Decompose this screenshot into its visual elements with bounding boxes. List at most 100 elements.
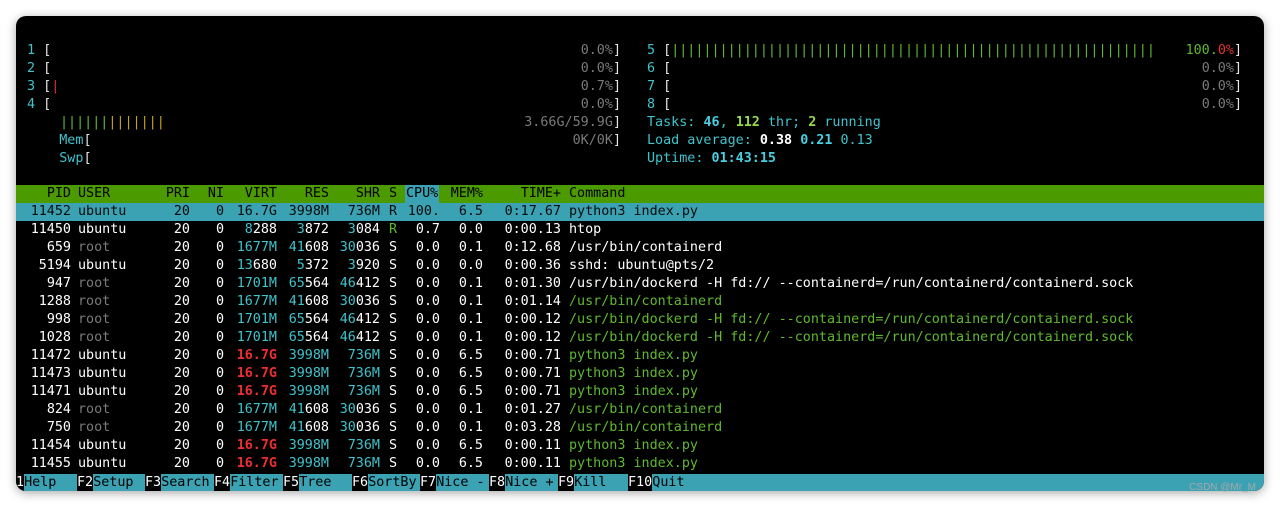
cpu-open-bracket: [ xyxy=(655,61,672,76)
cpu-id: 6 xyxy=(647,61,656,76)
cpu-value-row: 0.0%] xyxy=(316,42,621,60)
process-row[interactable]: 1028 root 20 0 1701M 65564 46412 S 0.0 0.1 0:00.12… xyxy=(16,329,1264,347)
uptime-line: Uptime: 01:43:15 xyxy=(647,150,776,168)
cell-pid: 998 xyxy=(46,312,71,327)
process-row[interactable]: 998 root 20 0 1701M 65564 46412 S 0.0 0.1 0:00.12/… xyxy=(16,311,1264,329)
fkey-label-kill[interactable]: Kill xyxy=(574,474,606,491)
cpu-percent: 100.0% xyxy=(1185,43,1234,58)
cell-time: 0:00.12 xyxy=(504,312,561,327)
cpu-open-bracket: [ xyxy=(35,97,52,112)
uptime-label: Uptime: xyxy=(647,151,704,166)
fkey-f6[interactable]: F6 xyxy=(352,474,369,491)
cpu-value-row: 0.0%] xyxy=(916,60,1242,78)
cell-time: 0:03.28 xyxy=(504,420,561,435)
cpu-value-row: 0.7%] xyxy=(316,78,621,96)
fkey-1[interactable]: 1 xyxy=(16,474,25,491)
process-row[interactable]: 659 root 20 0 1677M 41608 30036 S 0.0 0.1 0:12.68/… xyxy=(16,239,1264,257)
fkey-label-nice[interactable]: Nice - xyxy=(436,474,484,491)
fkey-f7[interactable]: F7 xyxy=(420,474,437,491)
cpu-close-bracket: ] xyxy=(1233,61,1242,76)
cpu-id: 3 xyxy=(27,79,36,94)
cell-time: 0:00.71 xyxy=(504,348,561,363)
fkey-label-quit[interactable]: Quit xyxy=(652,474,684,491)
process-row[interactable]: 11472 ubuntu 20 0 16.7G 3998M 736M S 0.0 6.5 0:00.… xyxy=(16,347,1264,365)
column-header-command[interactable]: Command xyxy=(569,185,625,203)
cpu-open-bracket: [ xyxy=(655,79,672,94)
cpu-id: 2 xyxy=(27,61,36,76)
cpu-meter: 3 [| xyxy=(27,78,59,96)
cpu-close-bracket: ] xyxy=(612,61,621,76)
uptime-value: 01:43:15 xyxy=(711,151,777,166)
cpu-close-bracket: ] xyxy=(612,79,621,94)
tasks-running-label: running xyxy=(824,115,881,130)
cell-time: 0:01.14 xyxy=(504,294,561,309)
cpu-meter: 2 [ xyxy=(27,60,51,78)
cell-cmd: htop xyxy=(569,222,602,237)
cell-time: 0:01.30 xyxy=(504,276,561,291)
cpu-open-bracket: [ xyxy=(35,43,52,58)
cell-cmd: /usr/bin/dockerd -H fd:// --containerd=/… xyxy=(569,330,1134,345)
process-row[interactable]: 750 root 20 0 1677M 41608 30036 S 0.0 0.1 0:03.28/… xyxy=(16,419,1264,437)
fkey-label-filter[interactable]: Filter xyxy=(230,474,278,491)
cell-cmd: /usr/bin/containerd xyxy=(569,240,723,255)
cell-time: 0:00.12 xyxy=(504,330,561,345)
cell-pid: 824 xyxy=(46,402,71,417)
process-row[interactable]: 11454 ubuntu 20 0 16.7G 3998M 736M S 0.0 6.5 0:00.… xyxy=(16,437,1264,455)
cell-pid: 11452 xyxy=(30,204,71,219)
cell-cmd: /usr/bin/containerd xyxy=(569,420,723,435)
fkey-f3[interactable]: F3 xyxy=(145,474,162,491)
cpu-close-bracket: ] xyxy=(1233,97,1242,112)
cell-cmd: /usr/bin/dockerd -H fd:// --containerd=/… xyxy=(569,312,1134,327)
cell-pid: 1288 xyxy=(38,294,71,309)
cpu-id: 4 xyxy=(27,97,36,112)
column-header-pid[interactable]: PID xyxy=(16,185,71,203)
cpu-open-bracket: [ xyxy=(35,61,52,76)
fkey-label-sortby[interactable]: SortBy xyxy=(368,474,416,491)
cell-cmd: python3 index.py xyxy=(569,456,698,471)
cpu-percent: 0.0% xyxy=(1201,61,1234,76)
fkey-label-help[interactable]: Help xyxy=(24,474,56,491)
cell-cmd: sshd: ubuntu@pts/2 xyxy=(569,258,715,273)
tasks-threads: 112 xyxy=(735,115,760,130)
process-row[interactable]: 11455 ubuntu 20 0 16.7G 3998M 736M S 0.0 6.5 0:00.… xyxy=(16,455,1264,473)
process-row[interactable]: 11452 ubuntu 20 0 16.7G 3998M 736M R 100. 6.5 0:17… xyxy=(16,203,1264,221)
cpu-percent: 0.7% xyxy=(580,79,613,94)
process-row[interactable]: 824 root 20 0 1677M 41608 30036 S 0.0 0.1 0:01.27/… xyxy=(16,401,1264,419)
process-row[interactable]: 11471 ubuntu 20 0 16.7G 3998M 736M S 0.0 6.5 0:00.… xyxy=(16,383,1264,401)
column-header-time[interactable]: TIME+ xyxy=(441,185,561,203)
process-row[interactable]: 11473 ubuntu 20 0 16.7G 3998M 736M S 0.0 6.5 0:00.… xyxy=(16,365,1264,383)
column-header-shr[interactable]: SHR xyxy=(260,185,380,203)
fkey-f4[interactable]: F4 xyxy=(214,474,231,491)
process-row[interactable]: 5194 ubuntu 20 0 13680 5372 3920 S 0.0 0.0 0:00.36… xyxy=(16,257,1264,275)
cpu-close-bracket: ] xyxy=(1233,79,1242,94)
cpu-value-row: 0.0%] xyxy=(916,96,1242,114)
cpu-meter: 6 [ xyxy=(647,60,671,78)
cpu-percent: 0.0% xyxy=(580,43,613,58)
function-key-bar: 1 Help F2 Setup F3 Search F4 Filter F5 Tree F6 Sort… xyxy=(16,474,1264,491)
load-15: 0.13 xyxy=(840,133,873,148)
fkey-f8[interactable]: F8 xyxy=(489,474,506,491)
fkey-f9[interactable]: F9 xyxy=(558,474,575,491)
fkey-f10[interactable]: F10 xyxy=(628,474,653,491)
load-5: 0.21 xyxy=(800,133,833,148)
cpu-meter: 7 [ xyxy=(647,78,671,96)
fkey-f5[interactable]: F5 xyxy=(283,474,300,491)
process-row[interactable]: 11450 ubuntu 20 0 8288 3872 3084 R 0.7 0.0 0:00.13… xyxy=(16,221,1264,239)
fkey-label-tree[interactable]: Tree xyxy=(299,474,331,491)
cpu-close-bracket: ] xyxy=(612,97,621,112)
fkey-label-setup[interactable]: Setup xyxy=(93,474,133,491)
cpu-open-bracket: [ xyxy=(655,43,672,58)
process-row[interactable]: 947 root 20 0 1701M 65564 46412 S 0.0 0.1 0:01.30/… xyxy=(16,275,1264,293)
fkey-label-search[interactable]: Search xyxy=(161,474,209,491)
fkey-f2[interactable]: F2 xyxy=(77,474,94,491)
process-row[interactable]: 1288 root 20 0 1677M 41608 30036 S 0.0 0.1 0:01.14… xyxy=(16,293,1264,311)
cpu-percent: 0.0% xyxy=(1201,97,1234,112)
watermark: CSDN @Mr_M xyxy=(1189,482,1256,493)
htop-terminal-window: 1 [0.0%] 2 [0.0%] 3 [| 0.7%] 4 [0.0%] 5 [|||… xyxy=(16,16,1264,491)
cpu-close-bracket: ] xyxy=(612,43,621,58)
cell-pid: 11473 xyxy=(30,366,71,381)
cpu-value-row: 0.0%] xyxy=(916,78,1242,96)
swp-value: 0K/0K xyxy=(572,133,613,148)
fkey-label-nice[interactable]: Nice + xyxy=(505,474,553,491)
swp-label: Swp xyxy=(59,151,84,166)
